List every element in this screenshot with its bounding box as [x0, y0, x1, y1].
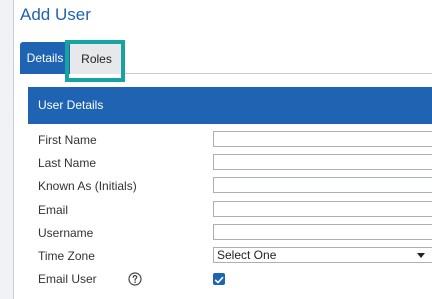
username-input[interactable]: [213, 224, 432, 240]
time-zone-row: Time Zone Select One: [38, 247, 432, 265]
email-user-row: Email User: [38, 270, 432, 288]
caret-down-icon: [417, 253, 425, 258]
add-user-panel: Add User Details Roles User Details Firs…: [13, 0, 432, 299]
tab-strip: Details Roles: [20, 42, 432, 74]
page-title: Add User: [20, 5, 91, 24]
email-user-label: Email User: [38, 272, 97, 286]
last-name-input[interactable]: [213, 154, 432, 170]
known-as-input[interactable]: [213, 177, 432, 193]
known-as-row: Known As (Initials): [38, 177, 432, 195]
question-circle-icon[interactable]: [128, 272, 142, 286]
user-details-section: User Details First Name Last Name Known …: [28, 87, 432, 299]
first-name-row: First Name: [38, 131, 432, 149]
username-row: Username: [38, 224, 432, 242]
first-name-label: First Name: [38, 133, 97, 147]
time-zone-selected-value: Select One: [217, 248, 277, 262]
section-header: User Details: [28, 87, 432, 124]
username-label: Username: [38, 226, 94, 240]
tab-details[interactable]: Details: [20, 42, 70, 74]
email-input[interactable]: [213, 201, 432, 217]
time-zone-label: Time Zone: [38, 249, 95, 263]
checkmark-icon: [214, 276, 224, 284]
first-name-input[interactable]: [213, 131, 432, 147]
email-user-checkbox[interactable]: [213, 273, 225, 285]
time-zone-select[interactable]: Select One: [213, 247, 432, 263]
email-row: Email: [38, 201, 432, 219]
known-as-label: Known As (Initials): [38, 179, 137, 193]
tab-roles[interactable]: Roles: [70, 42, 124, 74]
last-name-label: Last Name: [38, 156, 97, 170]
email-label: Email: [38, 203, 69, 217]
last-name-row: Last Name: [38, 154, 432, 172]
